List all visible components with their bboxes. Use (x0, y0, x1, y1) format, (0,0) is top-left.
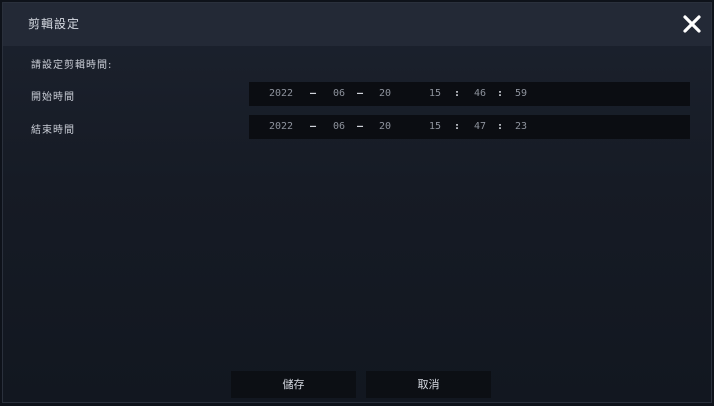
end-minute[interactable]: 47 (474, 121, 486, 132)
start-hour[interactable]: 15 (429, 88, 441, 99)
start-minute[interactable]: 46 (474, 88, 486, 99)
start-day[interactable]: 20 (379, 88, 391, 99)
end-day[interactable]: 20 (379, 121, 391, 132)
save-button[interactable]: 儲存 (231, 371, 356, 398)
end-month[interactable]: 06 (333, 121, 345, 132)
date-separator: – (357, 121, 364, 132)
end-year[interactable]: 2022 (269, 121, 293, 132)
clip-settings-dialog: 剪輯設定 請設定剪輯時間: 開始時間 2022 – 06 – 20 15 : 4… (2, 2, 712, 403)
date-separator: – (310, 121, 317, 132)
close-icon[interactable] (681, 13, 703, 35)
time-separator: : (497, 88, 504, 99)
date-separator: – (357, 88, 364, 99)
start-time-label: 開始時間 (31, 92, 75, 103)
title-bar: 剪輯設定 (3, 3, 711, 46)
time-separator: : (454, 121, 461, 132)
time-separator: : (497, 121, 504, 132)
end-time-field[interactable]: 2022 – 06 – 20 15 : 47 : 23 (249, 115, 690, 139)
start-month[interactable]: 06 (333, 88, 345, 99)
set-clip-time-prompt: 請設定剪輯時間: (31, 60, 113, 71)
date-separator: – (310, 88, 317, 99)
dialog-title: 剪輯設定 (28, 17, 81, 31)
end-hour[interactable]: 15 (429, 121, 441, 132)
time-separator: : (454, 88, 461, 99)
end-time-label: 結束時間 (31, 125, 75, 136)
cancel-button[interactable]: 取消 (366, 371, 491, 398)
start-second[interactable]: 59 (515, 88, 527, 99)
start-year[interactable]: 2022 (269, 88, 293, 99)
end-second[interactable]: 23 (515, 121, 527, 132)
start-time-field[interactable]: 2022 – 06 – 20 15 : 46 : 59 (249, 82, 690, 106)
